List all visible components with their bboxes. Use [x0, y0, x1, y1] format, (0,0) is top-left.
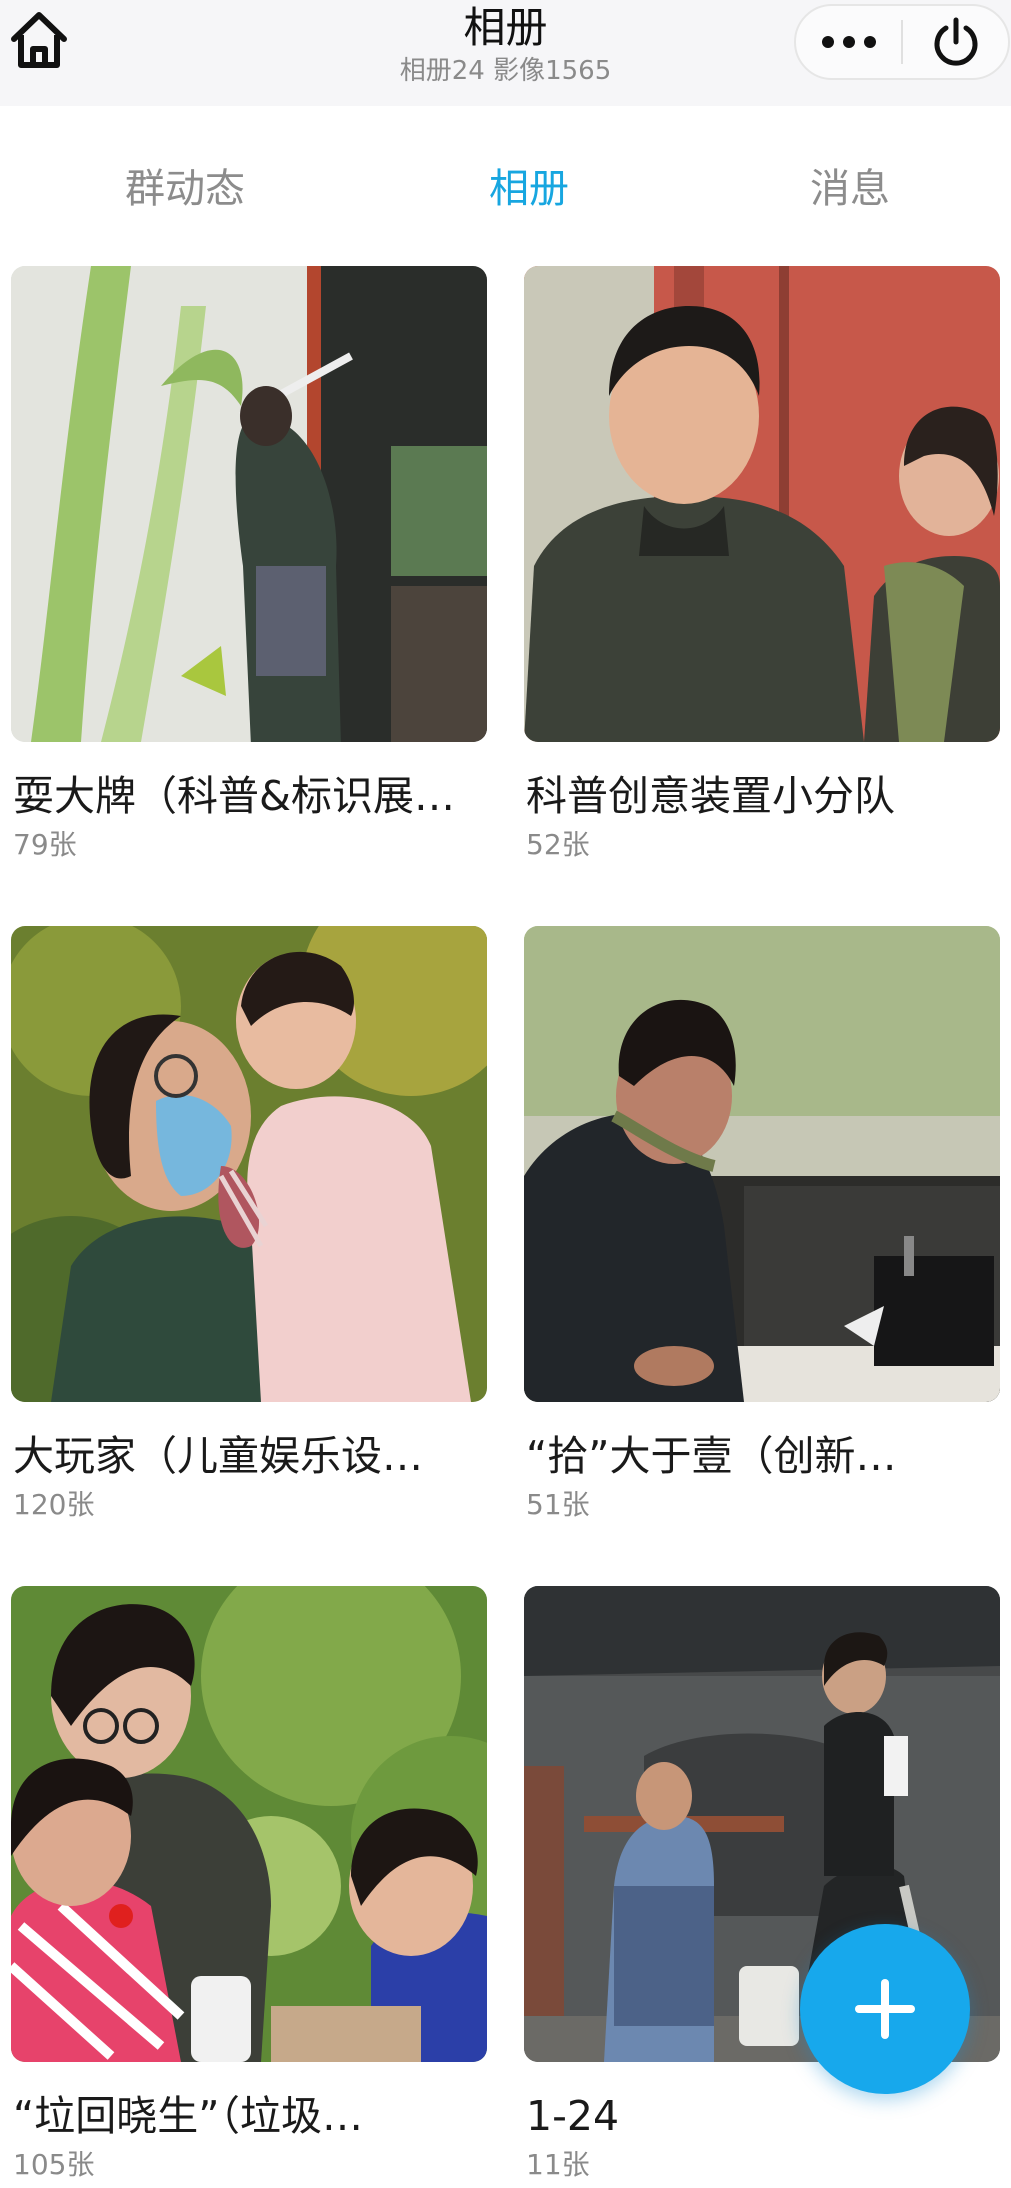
tab-bar: 群动态 相册 消息 — [0, 140, 1011, 240]
power-icon — [934, 17, 977, 66]
album-cover-image — [11, 266, 487, 742]
plus-icon — [855, 1979, 915, 2039]
more-button[interactable] — [796, 6, 901, 78]
album-title: “垃回晓生”（垃圾… — [13, 2092, 363, 2140]
close-button[interactable] — [903, 6, 1008, 78]
album-title: 1-24 — [526, 2092, 620, 2140]
album-title: “拾”大于壹（创新… — [526, 1432, 897, 1480]
tab-group-feed[interactable]: 群动态 — [100, 140, 270, 230]
album-cover-image — [11, 926, 487, 1402]
album-title: 耍大牌（科普&标识展… — [13, 772, 455, 820]
album-photo-count: 11张 — [526, 2148, 590, 2181]
create-album-button[interactable] — [800, 1924, 970, 2094]
home-button[interactable] — [8, 6, 70, 74]
album-cover-image — [11, 1586, 487, 2062]
album-photo-count: 120张 — [13, 1488, 95, 1521]
tab-messages[interactable]: 消息 — [780, 140, 920, 230]
album-photo-count: 105张 — [13, 2148, 95, 2181]
album-photo-count: 52张 — [526, 828, 590, 861]
more-dots-icon — [821, 36, 876, 48]
album-cover-image — [524, 926, 1000, 1402]
home-icon — [11, 12, 67, 68]
mini-program-capsule — [794, 4, 1010, 80]
tab-albums[interactable]: 相册 — [446, 140, 612, 230]
album-title: 大玩家（儿童娱乐设… — [13, 1432, 423, 1480]
album-cover-image — [524, 266, 1000, 742]
album-photo-count: 79张 — [13, 828, 77, 861]
album-photo-count: 51张 — [526, 1488, 590, 1521]
album-title: 科普创意装置小分队 — [526, 772, 895, 820]
navigation-bar: 相册 相册24 影像1565 — [0, 0, 1011, 106]
